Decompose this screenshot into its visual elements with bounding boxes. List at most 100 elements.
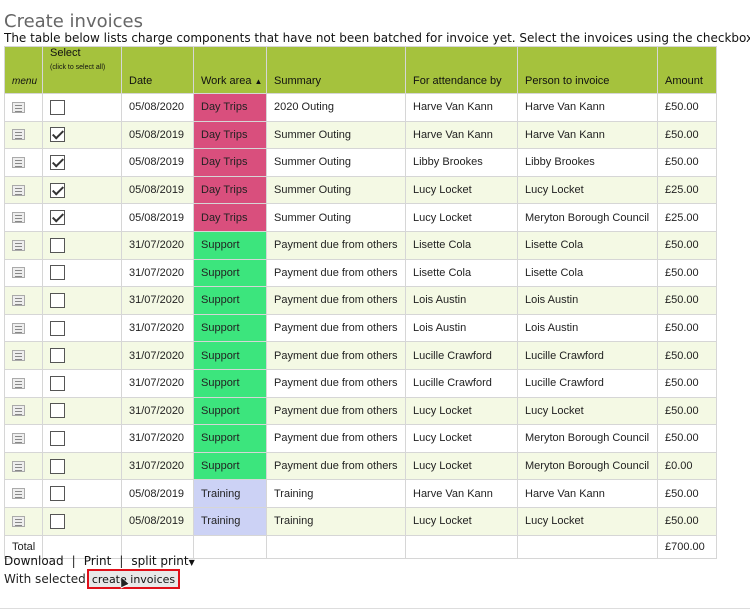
split-print-link[interactable]: split print▼ [131,554,194,568]
row-menu-icon[interactable] [12,157,25,169]
row-select-cell[interactable] [42,148,122,177]
row-select-cell[interactable] [42,396,122,426]
row-attendance: Lois Austin [405,313,518,343]
person-column-header[interactable]: Person to invoice [517,46,658,94]
row-amount: £50.00 [657,286,717,315]
row-person: Harve Van Kann [517,93,658,122]
row-attendance: Lisette Cola [405,258,518,288]
row-menu-cell[interactable] [4,286,43,315]
row-select-cell[interactable] [42,175,122,205]
row-date: 31/07/2020 [121,313,194,343]
row-summary: Payment due from others [266,286,406,315]
row-menu-icon[interactable] [12,212,25,224]
row-menu-icon[interactable] [12,488,25,500]
row-select-cell[interactable] [42,424,122,453]
row-select-cell[interactable] [42,258,122,288]
row-select-checkbox[interactable] [50,320,65,336]
row-menu-cell[interactable] [4,313,43,343]
row-select-checkbox[interactable] [50,375,65,391]
row-attendance: Lucy Locket [405,451,518,481]
row-menu-icon[interactable] [12,295,25,307]
row-menu-cell[interactable] [4,120,43,150]
row-amount: £25.00 [657,203,717,232]
select-all-header[interactable]: Select (click to select all) [42,46,122,94]
table-row: 31/07/2020 Support Payment due from others… [4,286,717,315]
row-select-checkbox[interactable] [50,430,65,446]
row-menu-icon[interactable] [12,405,25,417]
row-select-checkbox[interactable] [50,486,65,502]
row-date: 31/07/2020 [121,258,194,288]
row-amount: £50.00 [657,120,717,150]
row-menu-cell[interactable] [4,506,43,536]
row-menu-icon[interactable] [12,184,25,196]
row-menu-cell[interactable] [4,479,43,508]
table-header-row: menu Select (click to select all) Date W… [4,46,717,94]
row-menu-cell[interactable] [4,175,43,205]
row-menu-cell[interactable] [4,258,43,288]
row-select-cell[interactable] [42,341,122,370]
amount-column-header[interactable]: Amount [657,46,717,94]
download-link[interactable]: Download [4,554,64,568]
row-menu-icon[interactable] [12,322,25,334]
row-select-cell[interactable] [42,313,122,343]
row-select-checkbox[interactable] [50,458,65,474]
row-select-checkbox[interactable] [50,210,65,226]
row-select-cell[interactable] [42,451,122,481]
row-menu-icon[interactable] [12,433,25,445]
row-select-cell[interactable] [42,120,122,150]
create-invoices-button[interactable]: create invoices [87,569,180,589]
row-menu-icon[interactable] [12,515,25,527]
row-select-checkbox[interactable] [50,292,65,308]
row-menu-icon[interactable] [12,267,25,279]
row-select-checkbox[interactable] [50,348,65,364]
row-menu-icon[interactable] [12,129,25,141]
row-summary: Summer Outing [266,203,406,232]
row-summary: Payment due from others [266,341,406,370]
row-select-checkbox[interactable] [50,403,65,419]
row-menu-icon[interactable] [12,101,25,113]
row-select-cell[interactable] [42,203,122,232]
row-menu-icon[interactable] [12,460,25,472]
row-amount: £50.00 [657,230,717,260]
row-menu-cell[interactable] [4,230,43,260]
row-menu-cell[interactable] [4,203,43,232]
print-link[interactable]: Print [84,554,112,568]
row-menu-cell[interactable] [4,424,43,453]
row-date: 31/07/2020 [121,286,194,315]
row-select-checkbox[interactable] [50,127,65,143]
row-select-checkbox[interactable] [50,182,65,198]
row-menu-cell[interactable] [4,93,43,122]
row-select-cell[interactable] [42,286,122,315]
row-select-cell[interactable] [42,506,122,536]
row-attendance: Lois Austin [405,286,518,315]
row-menu-cell[interactable] [4,148,43,177]
row-menu-cell[interactable] [4,368,43,398]
row-date: 31/07/2020 [121,424,194,453]
work-area-column-header[interactable]: Work area ▲ [193,46,267,94]
row-menu-icon[interactable] [12,239,25,251]
attendance-column-header[interactable]: For attendance by [405,46,518,94]
row-menu-cell[interactable] [4,341,43,370]
row-menu-cell[interactable] [4,396,43,426]
row-select-cell[interactable] [42,230,122,260]
summary-column-header[interactable]: Summary [266,46,406,94]
total-amount: £700.00 [657,534,717,559]
row-menu-icon[interactable] [12,350,25,362]
page-intro: The table below lists charge components … [4,31,750,45]
row-select-checkbox[interactable] [50,513,65,529]
row-select-checkbox[interactable] [50,154,65,170]
table-row: 31/07/2020 Support Payment due from others… [4,313,717,343]
row-attendance: Lucy Locket [405,424,518,453]
row-person: Lisette Cola [517,230,658,260]
row-menu-icon[interactable] [12,377,25,389]
row-select-checkbox[interactable] [50,237,65,253]
date-column-header[interactable]: Date [121,46,194,94]
table-row: 31/07/2020 Support Payment due from others… [4,258,717,288]
row-select-checkbox[interactable] [50,265,65,281]
row-select-cell[interactable] [42,479,122,508]
row-select-cell[interactable] [42,93,122,122]
row-date: 31/07/2020 [121,341,194,370]
row-select-checkbox[interactable] [50,99,65,115]
row-menu-cell[interactable] [4,451,43,481]
row-select-cell[interactable] [42,368,122,398]
